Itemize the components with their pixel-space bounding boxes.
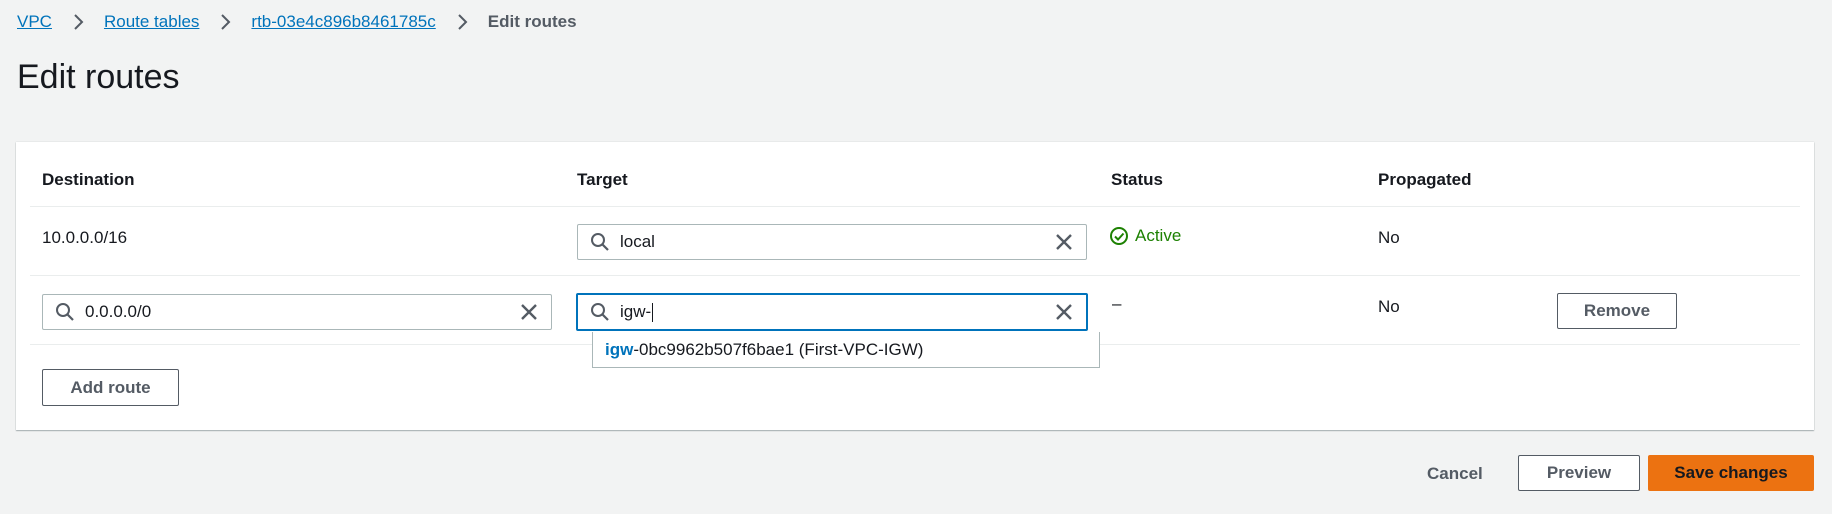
- breadcrumb-route-table-id-link[interactable]: rtb-03e4c896b8461785c: [251, 12, 435, 32]
- header-destination: Destination: [42, 170, 135, 189]
- header-propagated: Propagated: [1378, 170, 1472, 189]
- breadcrumb-current: Edit routes: [487, 12, 577, 31]
- row2-destination-input[interactable]: 0.0.0.0/0: [42, 294, 552, 330]
- check-circle-icon: [1109, 226, 1129, 246]
- divider: [30, 275, 1800, 276]
- add-route-button[interactable]: Add route: [42, 369, 179, 406]
- breadcrumb: VPC Route tables rtb-03e4c896b8461785c E…: [17, 12, 577, 32]
- row2-destination-value: 0.0.0.0/0: [85, 302, 152, 321]
- close-icon[interactable]: [1054, 232, 1074, 252]
- search-icon: [590, 232, 610, 252]
- row1-status: Active: [1109, 226, 1181, 246]
- close-icon[interactable]: [1054, 302, 1074, 322]
- text-caret: [652, 303, 654, 322]
- breadcrumb-route-tables-link[interactable]: Route tables: [104, 12, 199, 32]
- cancel-button[interactable]: Cancel: [1427, 464, 1483, 484]
- row2-status: –: [1112, 294, 1122, 313]
- row2-target-value: igw-: [620, 301, 652, 321]
- row2-target-value-wrap: igw-: [620, 302, 1054, 322]
- save-changes-button[interactable]: Save changes: [1648, 455, 1814, 491]
- search-icon: [55, 302, 75, 322]
- row2-propagated: No: [1378, 297, 1400, 316]
- suggestion-match-text: igw: [605, 339, 634, 359]
- divider: [30, 206, 1800, 207]
- row1-target-value: local: [620, 232, 655, 251]
- page-title: Edit routes: [17, 58, 180, 96]
- row1-target-input[interactable]: local: [577, 224, 1087, 260]
- close-icon[interactable]: [519, 302, 539, 322]
- target-suggestion-dropdown: igw-0bc9962b507f6bae1 (First-VPC-IGW): [592, 332, 1100, 368]
- row1-propagated: No: [1378, 228, 1400, 247]
- header-status: Status: [1111, 170, 1163, 189]
- target-suggestion-option[interactable]: igw-0bc9962b507f6bae1 (First-VPC-IGW): [605, 340, 923, 360]
- header-target: Target: [577, 170, 628, 189]
- row2-target-input[interactable]: igw-: [576, 293, 1088, 331]
- chevron-right-icon: [215, 12, 235, 32]
- routes-panel: Destination Target Status Propagated 10.…: [16, 142, 1814, 430]
- row1-status-text: Active: [1135, 226, 1182, 245]
- remove-button[interactable]: Remove: [1557, 293, 1677, 329]
- breadcrumb-vpc-link[interactable]: VPC: [17, 12, 52, 32]
- search-icon: [590, 302, 610, 322]
- row1-destination: 10.0.0.0/16: [42, 228, 128, 247]
- chevron-right-icon: [68, 12, 88, 32]
- chevron-right-icon: [452, 12, 472, 32]
- preview-button[interactable]: Preview: [1518, 455, 1640, 491]
- suggestion-rest-text: -0bc9962b507f6bae1 (First-VPC-IGW): [633, 339, 924, 359]
